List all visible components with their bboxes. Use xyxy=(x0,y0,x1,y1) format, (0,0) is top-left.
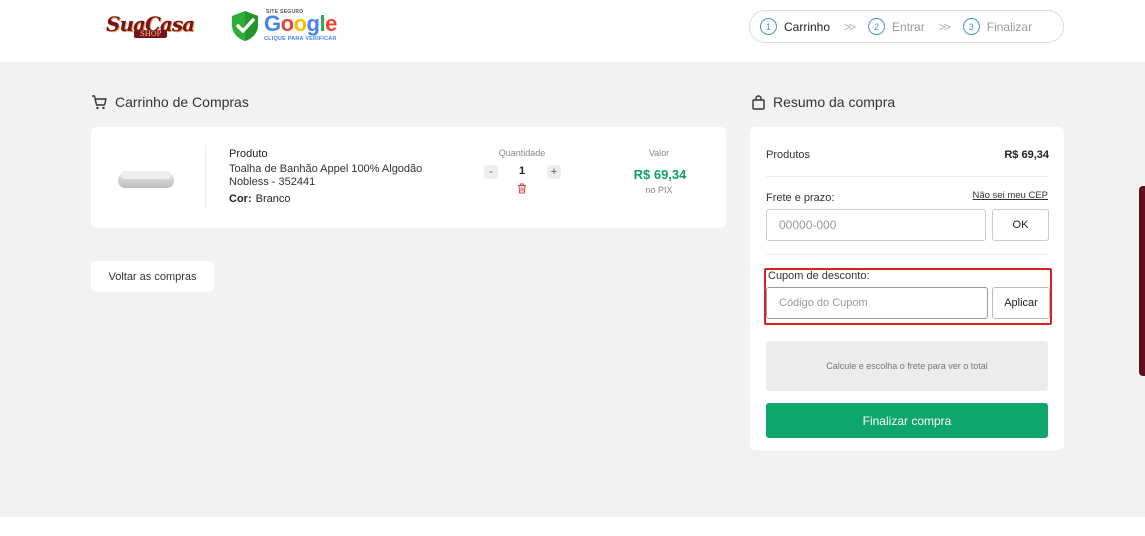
total-calc-notice: Calcule e escolha o frete para ver o tot… xyxy=(766,341,1048,391)
logo-sub-text: SHOP xyxy=(134,30,168,38)
value-label: Valor xyxy=(648,148,670,158)
summary-title: Resumo da compra xyxy=(752,94,895,110)
product-label: Produto xyxy=(229,148,268,160)
cart-title-text: Carrinho de Compras xyxy=(115,94,249,110)
order-summary-card: Produtos R$ 69,34 Frete e prazo: Não sei… xyxy=(750,127,1064,450)
chevron-double-right-icon: >> xyxy=(938,19,951,34)
shield-check-icon xyxy=(232,11,258,41)
coupon-label: Cupom de desconto: xyxy=(768,270,870,282)
summary-title-text: Resumo da compra xyxy=(773,94,896,110)
color-value: Branco xyxy=(255,193,291,205)
step-number: 2 xyxy=(868,18,886,35)
product-name[interactable]: Toalha de Banhão Appel 100% Algodão Nobl… xyxy=(229,163,439,189)
divider xyxy=(766,254,1048,255)
quantity-label: Quantidade xyxy=(498,148,546,158)
item-price: R$ 69,34 xyxy=(633,167,687,182)
quantity-decrease-button[interactable]: - xyxy=(484,165,498,179)
color-label: Cor: xyxy=(229,193,252,205)
step-finalizar: 3 Finalizar xyxy=(962,18,1033,35)
step-number: 3 xyxy=(962,18,980,35)
unknown-cep-link[interactable]: Não sei meu CEP xyxy=(972,190,1048,201)
back-to-shopping-button[interactable]: Voltar as compras xyxy=(91,261,214,292)
coupon-section: Cupom de desconto: Código do Cupom Aplic… xyxy=(764,268,1052,325)
side-widget-tab[interactable] xyxy=(1139,186,1145,376)
cart-item-card: Produto Toalha de Banhão Appel 100% Algo… xyxy=(91,127,726,228)
google-wordmark: Google xyxy=(264,11,337,36)
shipping-label: Frete e prazo: xyxy=(766,192,835,204)
step-label: Entrar xyxy=(892,19,925,34)
finish-purchase-button[interactable]: Finalizar compra xyxy=(766,403,1048,438)
coupon-input[interactable]: Código do Cupom xyxy=(766,287,988,319)
step-label: Finalizar xyxy=(986,19,1033,34)
price-note: no PIX xyxy=(645,185,673,195)
cep-ok-button[interactable]: OK xyxy=(992,209,1049,241)
cep-input[interactable]: 00000-000 xyxy=(766,209,986,241)
divider xyxy=(766,176,1048,177)
product-image[interactable] xyxy=(117,168,175,190)
quantity-increase-button[interactable]: + xyxy=(547,165,561,179)
products-total: R$ 69,34 xyxy=(1004,149,1049,161)
shopping-bag-icon xyxy=(752,94,765,110)
products-label: Produtos xyxy=(766,149,811,161)
step-carrinho: 1 Carrinho xyxy=(760,18,830,35)
step-entrar: 2 Entrar xyxy=(868,18,925,35)
trash-icon[interactable] xyxy=(517,183,527,194)
store-logo[interactable]: SuaCasa SHOP xyxy=(106,12,196,42)
cart-title: Carrinho de Compras xyxy=(91,94,249,110)
google-safe-site-badge[interactable]: SITE SEGURO Google CLIQUE PARA VERIFICAR xyxy=(230,9,340,45)
product-color: Cor: Branco xyxy=(229,193,290,205)
quantity-value: 1 xyxy=(518,165,526,177)
main-content: Carrinho de Compras Produto Toalha de Ba… xyxy=(0,62,1145,517)
apply-coupon-button[interactable]: Aplicar xyxy=(992,287,1050,319)
step-number: 1 xyxy=(760,18,777,35)
divider xyxy=(205,145,206,210)
badge-bottom-text: CLIQUE PARA VERIFICAR xyxy=(264,36,337,42)
checkout-steps: 1 Carrinho >> 2 Entrar >> 3 Finalizar xyxy=(749,10,1064,43)
page-footer xyxy=(0,517,1145,536)
chevron-double-right-icon: >> xyxy=(844,19,856,34)
step-label: Carrinho xyxy=(784,19,831,34)
site-header: SuaCasa SHOP SITE SEGURO Google CLIQUE P… xyxy=(0,0,1145,62)
cart-icon xyxy=(92,94,107,109)
